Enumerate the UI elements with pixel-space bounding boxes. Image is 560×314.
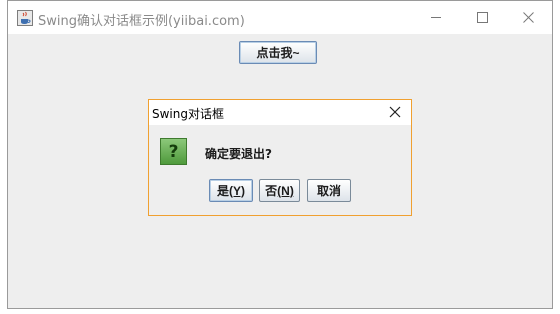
- cancel-button[interactable]: 取消: [307, 179, 351, 202]
- yes-label: 是: [216, 184, 229, 198]
- no-button[interactable]: 否 (N): [259, 179, 300, 202]
- window-titlebar[interactable]: Swing确认对话框示例(yiibai.com): [8, 1, 552, 34]
- dialog-title: Swing对话框: [152, 107, 224, 121]
- minimize-button[interactable]: [413, 1, 459, 34]
- click-me-button[interactable]: 点击我~: [239, 41, 317, 64]
- dialog-close-icon[interactable]: [387, 104, 403, 120]
- yes-mnemonic: (Y): [229, 183, 245, 198]
- yes-button[interactable]: 是 (Y): [209, 179, 253, 202]
- maximize-icon: [476, 12, 488, 23]
- minimize-icon: [430, 17, 441, 18]
- window-title: Swing确认对话框示例(yiibai.com): [38, 14, 245, 29]
- main-window: Swing确认对话框示例(yiibai.com) 点击我~ Swing对话框 ?…: [7, 0, 553, 309]
- no-label: 否: [265, 184, 278, 198]
- no-mnemonic: (N): [277, 183, 294, 198]
- close-icon: [522, 12, 534, 23]
- dialog-titlebar[interactable]: Swing对话框: [149, 100, 411, 125]
- content-pane: 点击我~ Swing对话框 ? 确定要退出? 是 (Y) 否 (N) 取消: [8, 34, 552, 308]
- question-icon: ?: [160, 138, 187, 165]
- confirm-dialog: Swing对话框 ? 确定要退出? 是 (Y) 否 (N) 取消: [148, 99, 412, 216]
- java-cup-icon: [17, 10, 33, 26]
- maximize-button[interactable]: [459, 1, 505, 34]
- dialog-message: 确定要退出?: [205, 147, 272, 161]
- window-close-button[interactable]: [505, 1, 551, 34]
